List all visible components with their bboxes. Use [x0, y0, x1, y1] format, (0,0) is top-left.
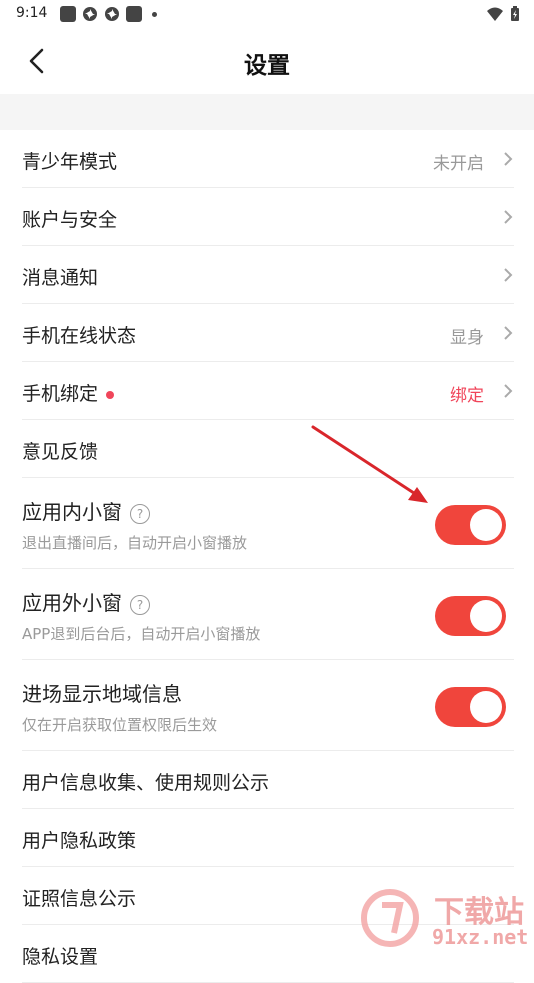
row-label: 应用外小窗? — [22, 587, 150, 616]
region-info-toggle[interactable] — [435, 687, 506, 727]
settings-list: 青少年模式 未开启 账户与安全 消息通知 手机在线状态 显身 手机绑定 绑定 意… — [0, 130, 534, 983]
out-app-mini-window-row: 应用外小窗? APP退到后台后，自动开启小窗播放 — [22, 569, 514, 660]
row-label: 证照信息公示 — [22, 888, 137, 910]
pinwheel-icon — [105, 7, 119, 21]
row-label-text: 应用外小窗 — [22, 591, 122, 615]
red-dot-badge — [106, 390, 115, 399]
chevron-right-icon — [504, 384, 513, 398]
chevron-right-icon — [504, 210, 513, 224]
toggle-knob — [470, 691, 502, 723]
teen-mode-row[interactable]: 青少年模式 未开启 — [22, 130, 514, 188]
row-description: APP退到后台后，自动开启小窗播放 — [22, 625, 261, 643]
status-bar: 9:14 — [0, 0, 534, 28]
row-description: 退出直播间后，自动开启小窗播放 — [22, 534, 248, 552]
status-time: 9:14 — [16, 5, 48, 21]
chevron-right-icon — [504, 268, 513, 282]
chevron-right-icon — [504, 152, 513, 166]
row-value: 绑定 — [450, 386, 484, 406]
notification-icons — [60, 6, 157, 22]
watermark-site: 91xz.net — [432, 925, 529, 949]
watermark: 下载站 91xz.net — [360, 885, 534, 950]
page-title: 设置 — [244, 53, 290, 79]
account-security-row[interactable]: 账户与安全 — [22, 188, 514, 246]
row-value: 显身 — [450, 328, 484, 348]
out-app-mini-window-toggle[interactable] — [435, 596, 506, 636]
wifi-icon — [487, 7, 503, 21]
region-info-row: 进场显示地域信息 仅在开启获取位置权限后生效 — [22, 660, 514, 751]
row-description: 仅在开启获取位置权限后生效 — [22, 716, 218, 734]
row-label: 青少年模式 — [22, 151, 118, 173]
row-label: 隐私设置 — [22, 946, 99, 968]
notification-app-icon — [60, 6, 76, 22]
row-label-text: 应用内小窗 — [22, 500, 122, 524]
system-icons — [486, 6, 520, 22]
notification-app-icon — [126, 6, 142, 22]
row-label: 意见反馈 — [22, 441, 99, 463]
phone-binding-row[interactable]: 手机绑定 绑定 — [22, 362, 514, 420]
row-label-text: 手机绑定 — [22, 383, 99, 405]
toggle-knob — [470, 509, 502, 541]
help-icon[interactable]: ? — [130, 594, 150, 615]
top-bar: 设置 — [0, 28, 534, 94]
section-divider — [0, 94, 534, 130]
row-label: 用户信息收集、使用规则公示 — [22, 772, 270, 794]
row-label: 用户隐私政策 — [22, 830, 137, 852]
row-label: 消息通知 — [22, 267, 99, 289]
privacy-policy-row[interactable]: 用户隐私政策 — [22, 809, 514, 867]
toggle-knob — [470, 600, 502, 632]
watermark-logo-icon — [361, 889, 419, 947]
row-label: 应用内小窗? — [22, 496, 150, 525]
message-notification-row[interactable]: 消息通知 — [22, 246, 514, 304]
in-app-mini-window-row: 应用内小窗? 退出直播间后，自动开启小窗播放 — [22, 478, 514, 569]
online-status-row[interactable]: 手机在线状态 显身 — [22, 304, 514, 362]
help-icon[interactable]: ? — [130, 503, 150, 524]
info-collection-rules-row[interactable]: 用户信息收集、使用规则公示 — [22, 751, 514, 809]
more-notifications-dot — [152, 11, 157, 17]
row-value: 未开启 — [433, 154, 484, 174]
feedback-row[interactable]: 意见反馈 — [22, 420, 514, 478]
chevron-right-icon — [504, 326, 513, 340]
battery-icon — [511, 6, 519, 21]
pinwheel-icon — [83, 7, 97, 21]
row-label: 进场显示地域信息 — [22, 682, 182, 706]
row-label: 手机绑定 — [22, 379, 115, 406]
row-label: 账户与安全 — [22, 209, 118, 231]
in-app-mini-window-toggle[interactable] — [435, 505, 506, 545]
row-label: 手机在线状态 — [22, 325, 137, 347]
